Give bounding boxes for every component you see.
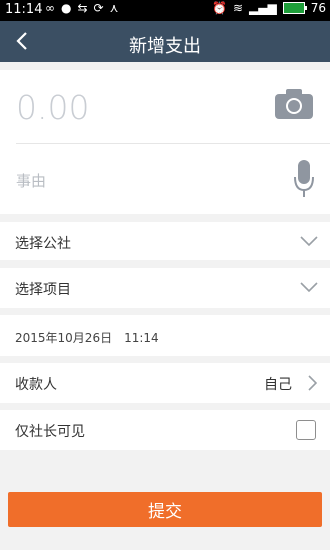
payee-row[interactable]: 收款人 自己 [0, 363, 330, 403]
amount-card: 0.00 事由 [0, 70, 330, 214]
chevron-down-icon [300, 236, 318, 247]
status-bar: 11:14 ∞ ● ⇆ ⟳ ⋏ ⏰ ≋ ▂▄▆ 76 [0, 0, 330, 21]
payee-value: 自己 [264, 377, 292, 393]
alarm-icon: ⏰ [212, 1, 227, 15]
chevron-right-icon [308, 375, 317, 391]
chat-icon: ● [61, 1, 72, 15]
datetime-value: 2015年10月26日 11:14 [15, 331, 159, 345]
reason-input[interactable]: 事由 [16, 170, 46, 191]
camera-icon[interactable] [274, 88, 314, 120]
select-commune-row[interactable]: 选择公社 [0, 222, 330, 260]
sync-icon: ⟳ [93, 1, 104, 15]
wifi-icon: ≋ [232, 1, 244, 15]
network-icon: ⋏ [109, 1, 119, 15]
visibility-label: 仅社长可见 [15, 424, 85, 440]
status-left-icons: ∞ ● ⇆ ⟳ ⋏ [45, 1, 118, 15]
battery-level: 76 [310, 1, 326, 15]
amount-input[interactable]: 0.00 [16, 88, 89, 127]
infinity-icon: ∞ [45, 1, 55, 15]
status-right-icons: ⏰ ≋ ▂▄▆ 76 [212, 1, 326, 15]
header-bar: 新增支出 [0, 21, 330, 62]
signal-icon: ▂▄▆ [249, 1, 277, 15]
select-project-row[interactable]: 选择项目 [0, 268, 330, 308]
project-label: 选择项目 [15, 282, 71, 298]
divider [16, 143, 330, 144]
submit-button[interactable]: 提交 [8, 492, 322, 527]
commune-label: 选择公社 [15, 236, 71, 252]
visibility-checkbox[interactable] [296, 420, 316, 440]
status-time: 11:14 [5, 2, 43, 17]
microphone-icon[interactable] [293, 159, 315, 199]
page-title: 新增支出 [129, 36, 201, 57]
battery-icon [282, 2, 307, 14]
visibility-row: 仅社长可见 [0, 410, 330, 450]
chevron-down-icon [300, 282, 318, 293]
payee-label: 收款人 [15, 377, 57, 393]
datetime-row[interactable]: 2015年10月26日 11:14 [0, 315, 330, 356]
usb-icon: ⇆ [77, 1, 88, 15]
